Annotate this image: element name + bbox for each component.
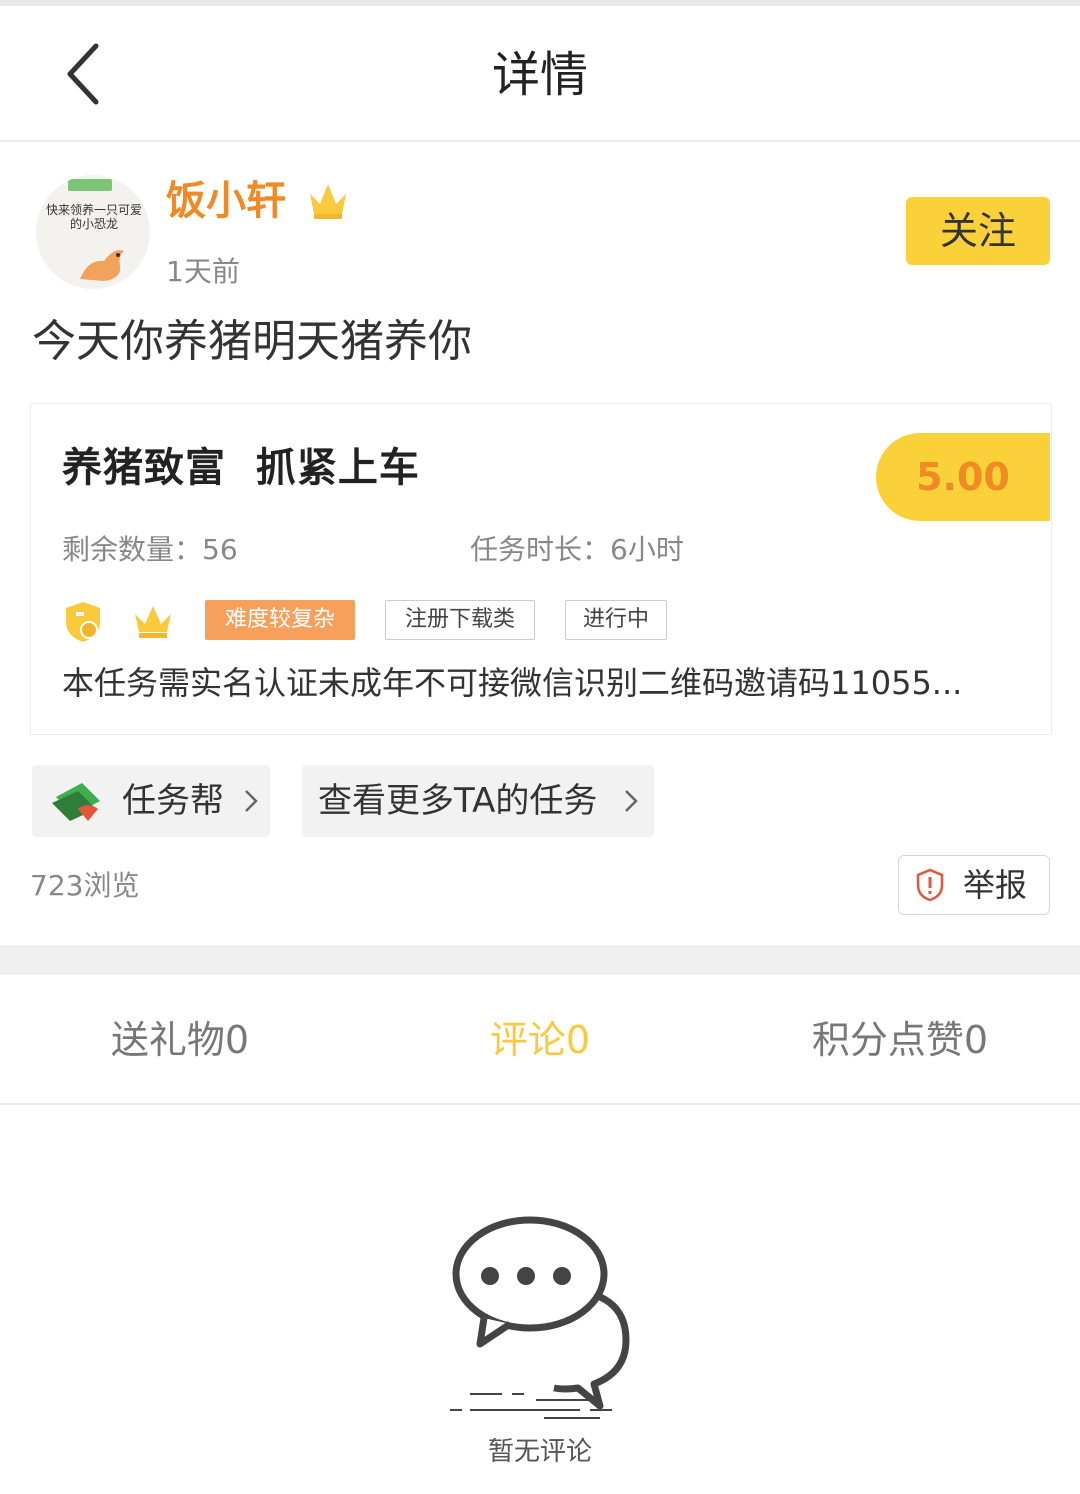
tag-difficulty: 难度较复杂: [205, 600, 355, 640]
task-remaining: 剩余数量：56: [62, 533, 238, 566]
shield-badge-icon: [66, 602, 100, 642]
view-count: 723浏览: [30, 869, 140, 902]
app-link-button[interactable]: 任务帮: [32, 765, 270, 837]
task-duration: 任务时长：6小时: [470, 533, 684, 566]
more-tasks-label: 查看更多TA的任务: [318, 781, 598, 821]
crown-icon: [310, 184, 346, 219]
section-divider: [0, 945, 1080, 975]
report-button[interactable]: 举报: [898, 855, 1050, 915]
report-label: 举报: [963, 866, 1028, 904]
warning-shield-icon: [916, 868, 944, 902]
tab-divider: [0, 1103, 1080, 1105]
post-text: 今天你养猪明天猪养你: [32, 316, 472, 367]
more-tasks-button[interactable]: 查看更多TA的任务: [302, 765, 654, 837]
author-name[interactable]: 饭小轩: [166, 175, 286, 227]
follow-button[interactable]: 关注: [906, 197, 1050, 265]
tag-status: 进行中: [565, 600, 667, 640]
task-title: 养猪致富 抓紧上车: [62, 445, 420, 491]
page-title: 详情: [491, 47, 588, 103]
tag-category: 注册下载类: [385, 600, 535, 640]
chevron-right-icon: [625, 790, 638, 812]
avatar-caption: 快来领养一只可爱的小恐龙: [45, 203, 142, 231]
empty-comments-icon: [450, 1216, 630, 1419]
empty-comments-text: 暂无评论: [487, 1437, 592, 1467]
tab-gift[interactable]: 送礼物0: [0, 1010, 360, 1070]
app-logo-icon: [52, 783, 100, 821]
avatar[interactable]: 快来领养一只可爱的小恐龙: [36, 175, 150, 289]
app-link-label: 任务帮: [122, 781, 224, 821]
task-price: 5.00: [876, 433, 1050, 521]
post-time: 1天前: [166, 255, 240, 288]
crown-icon: [135, 606, 171, 638]
avatar-badge: [68, 179, 112, 191]
tab-likes[interactable]: 积分点赞0: [720, 1010, 1080, 1070]
chevron-right-icon: [245, 790, 258, 812]
task-description: 本任务需实名认证未成年不可接微信识别二维码邀请码11055...: [62, 664, 963, 702]
tab-comment[interactable]: 评论0: [360, 1010, 720, 1070]
dinosaur-icon: [80, 250, 124, 281]
